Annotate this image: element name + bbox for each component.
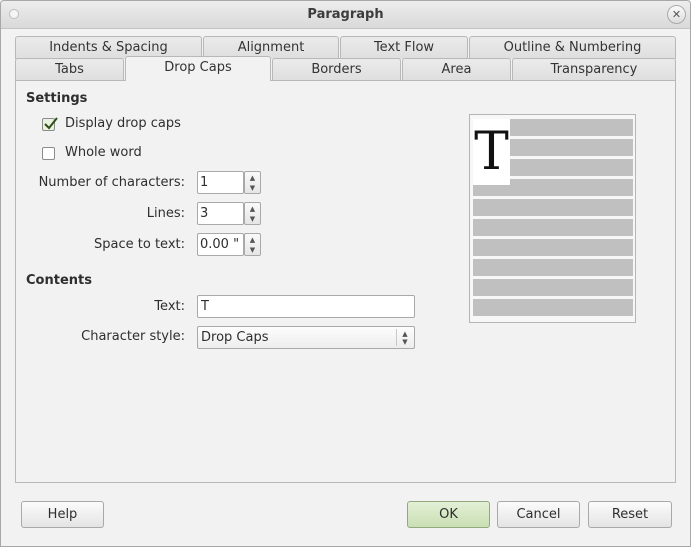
lines-arrows[interactable]: ▲ ▼ bbox=[244, 202, 261, 225]
contents-heading: Contents bbox=[26, 273, 92, 288]
num-chars-value[interactable]: 1 bbox=[200, 175, 208, 190]
text-label: Text: bbox=[154, 299, 185, 314]
spin-down-icon[interactable]: ▼ bbox=[245, 183, 260, 193]
tab-area[interactable]: Area bbox=[402, 58, 511, 81]
drop-caps-panel: Settings Display drop caps Whole word Nu… bbox=[15, 80, 676, 483]
help-button[interactable]: Help bbox=[21, 501, 104, 528]
tab-text-flow[interactable]: Text Flow bbox=[340, 36, 468, 59]
preview-line bbox=[473, 199, 633, 216]
chevron-up-icon: ▲ bbox=[402, 330, 408, 338]
ok-button[interactable]: OK bbox=[407, 501, 490, 528]
tab-tabs[interactable]: Tabs bbox=[15, 58, 124, 81]
preview-line bbox=[510, 159, 633, 176]
preview-line bbox=[510, 119, 633, 136]
paragraph-dialog: Paragraph ✕ Indents & Spacing Alignment … bbox=[0, 0, 691, 547]
num-chars-arrows[interactable]: ▲ ▼ bbox=[244, 171, 261, 194]
char-style-label: Character style: bbox=[81, 329, 185, 344]
drop-caps-preview: T bbox=[469, 114, 636, 323]
settings-heading: Settings bbox=[26, 91, 88, 106]
space-to-text-spinner[interactable]: 0.00 " ▲ ▼ bbox=[197, 233, 261, 256]
close-button[interactable]: ✕ bbox=[667, 5, 686, 24]
spin-up-icon[interactable]: ▲ bbox=[245, 173, 260, 183]
cancel-button[interactable]: Cancel bbox=[497, 501, 580, 528]
text-input[interactable]: T bbox=[197, 295, 415, 318]
title-bar[interactable]: Paragraph ✕ bbox=[1, 1, 690, 29]
text-input-value[interactable]: T bbox=[201, 299, 209, 314]
window-title: Paragraph bbox=[307, 7, 384, 22]
spin-up-icon[interactable]: ▲ bbox=[245, 235, 260, 245]
space-to-text-label: Space to text: bbox=[94, 237, 185, 252]
char-style-value[interactable]: Drop Caps bbox=[201, 330, 268, 345]
num-chars-spinner[interactable]: 1 ▲ ▼ bbox=[197, 171, 261, 194]
char-style-arrows[interactable]: ▲ ▼ bbox=[396, 329, 410, 346]
display-drop-caps-checkbox[interactable] bbox=[42, 117, 58, 131]
chevron-down-icon: ▼ bbox=[402, 338, 408, 346]
tab-transparency[interactable]: Transparency bbox=[512, 58, 676, 81]
preview-line bbox=[473, 239, 633, 256]
preview-drop-cap: T bbox=[473, 119, 510, 185]
lines-value[interactable]: 3 bbox=[200, 206, 208, 221]
reset-button[interactable]: Reset bbox=[588, 501, 672, 528]
space-to-text-value[interactable]: 0.00 " bbox=[200, 237, 239, 252]
whole-word-label[interactable]: Whole word bbox=[65, 145, 142, 160]
spin-up-icon[interactable]: ▲ bbox=[245, 204, 260, 214]
preview-line bbox=[473, 259, 633, 276]
num-chars-label: Number of characters: bbox=[38, 175, 185, 190]
whole-word-checkbox[interactable] bbox=[42, 147, 55, 160]
tab-drop-caps[interactable]: Drop Caps bbox=[125, 56, 271, 81]
tab-outline-numbering[interactable]: Outline & Numbering bbox=[469, 36, 676, 59]
check-icon bbox=[44, 117, 58, 130]
display-drop-caps-label[interactable]: Display drop caps bbox=[65, 116, 181, 131]
lines-spinner[interactable]: 3 ▲ ▼ bbox=[197, 202, 261, 225]
preview-line bbox=[473, 219, 633, 236]
tab-borders[interactable]: Borders bbox=[272, 58, 401, 81]
space-to-text-arrows[interactable]: ▲ ▼ bbox=[244, 233, 261, 256]
spin-down-icon[interactable]: ▼ bbox=[245, 245, 260, 255]
lines-label: Lines: bbox=[146, 206, 185, 221]
char-style-select[interactable]: Drop Caps ▲ ▼ bbox=[197, 326, 415, 349]
preview-line bbox=[473, 279, 633, 296]
preview-line bbox=[473, 299, 633, 316]
spin-down-icon[interactable]: ▼ bbox=[245, 214, 260, 224]
preview-line bbox=[510, 139, 633, 156]
